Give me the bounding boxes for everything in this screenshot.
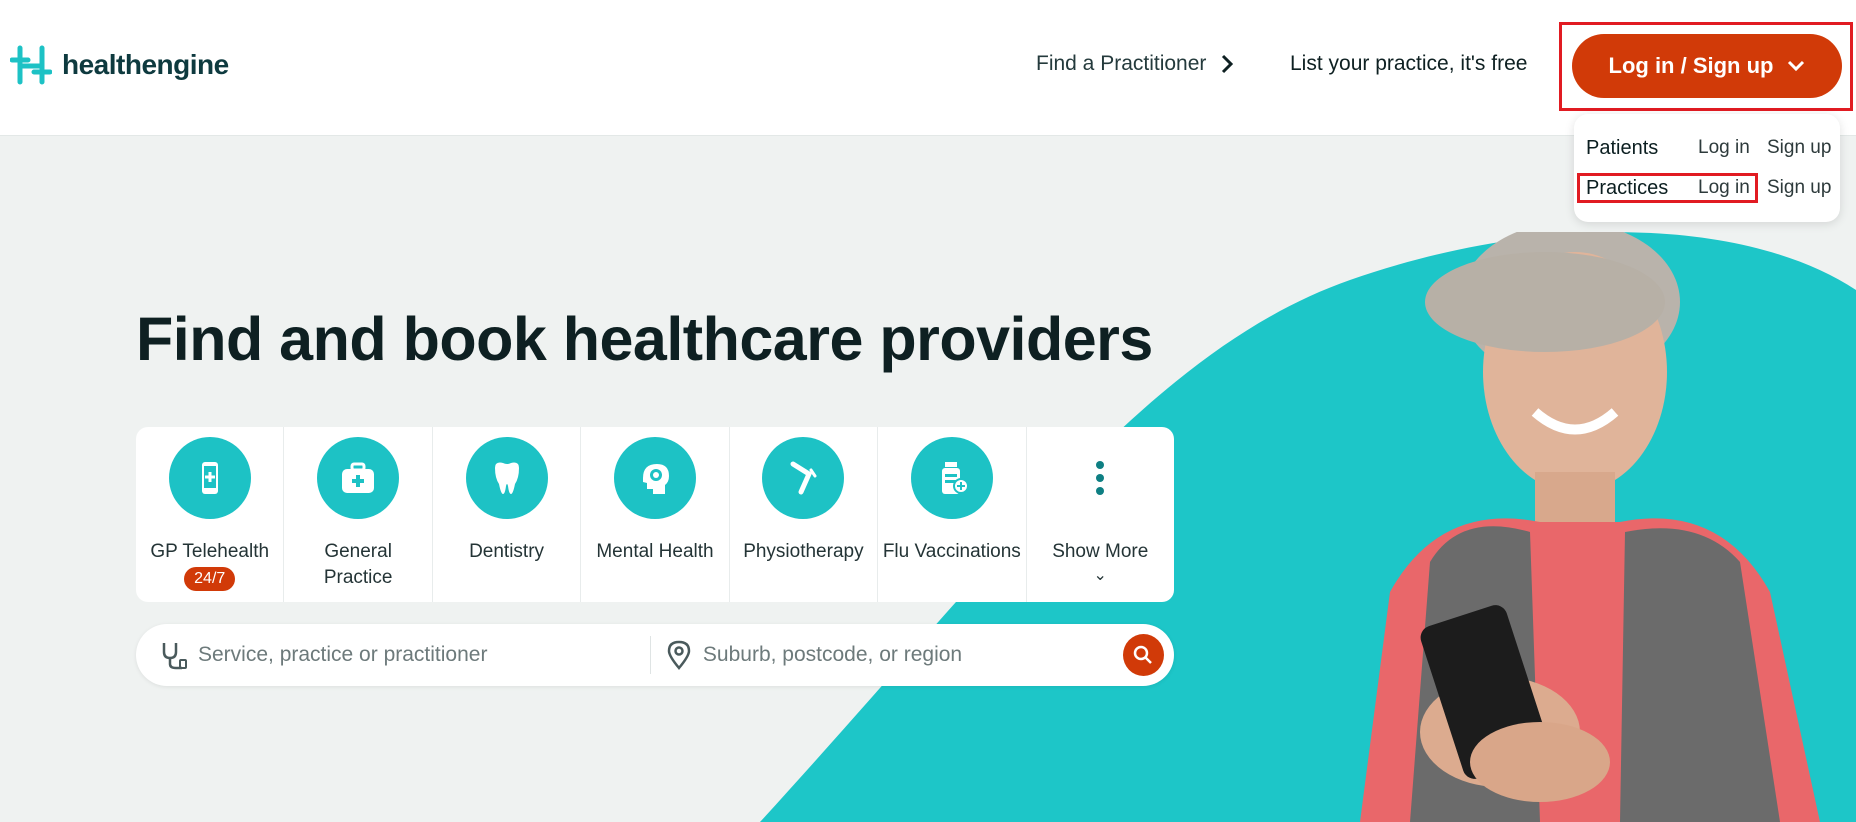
category-label: GP Telehealth [150,541,270,562]
search-bar [136,624,1174,686]
more-dots-icon [1059,437,1141,519]
telehealth-24-7-badge: 24/7 [184,567,236,591]
search-button[interactable] [1122,634,1164,676]
find-practitioner-label: Find a Practitioner [1036,52,1207,75]
practices-login-link[interactable]: Log in [1698,177,1767,199]
patients-signup-link[interactable]: Sign up [1767,137,1831,159]
login-dropdown-menu: Patients Log in Sign up Practices Log in… [1574,114,1840,222]
patients-login-link[interactable]: Log in [1698,137,1767,159]
tooth-icon [465,437,548,519]
healthengine-logo[interactable]: healthengine [10,44,229,86]
stethoscope-icon [162,643,187,670]
location-search-input[interactable] [702,643,1123,667]
dropdown-group-label: Patients [1586,136,1659,159]
hero-photo [1360,232,1820,822]
knee-joint-icon [762,437,845,519]
category-label: General Practice [323,541,393,588]
category-show-more[interactable]: Show More ⌄ [1027,427,1174,602]
chevron-right-icon [1222,54,1234,74]
head-brain-icon [613,437,696,519]
vaccine-bottle-icon [910,437,993,519]
site-header: healthengine Find a Practitioner List yo… [0,0,1856,136]
login-signup-button[interactable]: Log in / Sign up [1572,34,1842,98]
category-flu-vaccinations[interactable]: Flu Vaccinations [878,427,1027,602]
category-mental-health[interactable]: Mental Health [581,427,730,602]
chevron-down-icon [1788,60,1805,72]
search-icon [1134,645,1153,664]
chevron-down-icon: ⌄ [1093,567,1107,584]
phone-plus-icon [168,437,251,519]
service-search-field[interactable] [136,636,651,674]
category-label: Show More [1052,541,1149,562]
service-search-input[interactable] [198,643,618,667]
dropdown-row-patients: Patients Log in Sign up [1586,133,1834,163]
location-pin-icon [667,640,691,670]
category-dentistry[interactable]: Dentistry [433,427,582,602]
list-practice-link[interactable]: List your practice, it's free [1290,52,1527,76]
practices-signup-link[interactable]: Sign up [1767,177,1831,199]
dropdown-group-label: Practices [1586,176,1669,199]
logo-text: healthengine [62,49,229,80]
dropdown-row-practices: Practices Log in Sign up [1586,173,1834,203]
category-gp-telehealth[interactable]: GP Telehealth 24/7 [136,427,285,602]
category-label: Flu Vaccinations [882,541,1021,562]
category-physiotherapy[interactable]: Physiotherapy [730,427,879,602]
category-label: Physiotherapy [743,541,864,562]
hero-title: Find and book healthcare providers [136,305,1153,373]
category-card: GP Telehealth 24/7 General Practice Dent… [136,427,1174,602]
find-practitioner-link[interactable]: Find a Practitioner [1036,52,1234,76]
login-signup-label: Log in / Sign up [1608,53,1774,78]
location-search-field[interactable] [651,640,1123,670]
medical-bag-icon [317,437,400,519]
category-label: Mental Health [596,541,714,562]
category-general-practice[interactable]: General Practice [284,427,433,602]
logo-icon [10,45,52,85]
category-label: Dentistry [469,541,545,562]
